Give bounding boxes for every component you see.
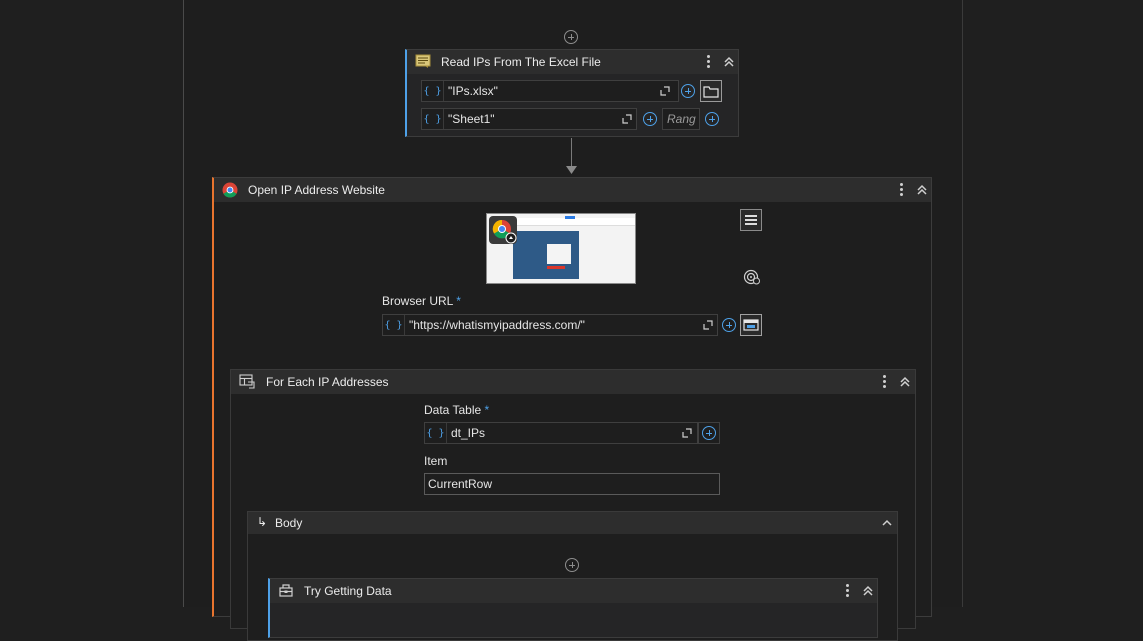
data-table-plus-button[interactable]: [698, 422, 720, 444]
try-catch-title: Try Getting Data: [304, 584, 392, 598]
arrow-down-icon: [566, 166, 577, 174]
body-arrow-icon: ↳: [257, 515, 268, 529]
collapse-icon[interactable]: [723, 56, 735, 68]
open-browser-menu-icon[interactable]: [899, 183, 903, 197]
open-browser-title: Open IP Address Website: [248, 183, 385, 197]
read-excel-header[interactable]: Read IPs From The Excel File: [407, 50, 738, 74]
read-excel-activity[interactable]: Read IPs From The Excel File { } "IPs.xl…: [405, 49, 739, 137]
for-each-title: For Each IP Addresses: [266, 375, 389, 389]
browse-folder-button[interactable]: [700, 80, 722, 102]
browser-url-picker-button[interactable]: [740, 314, 762, 336]
expand-editor-icon[interactable]: [660, 86, 670, 96]
item-value: CurrentRow: [428, 477, 493, 491]
collapse-icon[interactable]: [899, 376, 911, 388]
try-catch-menu-icon[interactable]: [845, 584, 849, 598]
for-each-activity[interactable]: For Each IP Addresses Data Table * { } d…: [230, 369, 916, 641]
plus-range-icon[interactable]: [705, 112, 719, 126]
collapse-body-icon[interactable]: [881, 517, 893, 529]
browser-window-icon: [743, 319, 759, 331]
browser-url-field[interactable]: { } "https://whatismyipaddress.com/": [382, 314, 718, 336]
collapse-icon[interactable]: [916, 184, 928, 196]
open-browser-activity[interactable]: Open IP Address Website Browser URL * {…: [212, 177, 932, 641]
plus-url-icon[interactable]: [722, 318, 736, 332]
plus-sheet-icon[interactable]: [643, 112, 657, 126]
add-activity-icon[interactable]: [565, 558, 579, 572]
add-activity-icon[interactable]: [564, 30, 578, 44]
data-table-field[interactable]: { } dt_IPs: [424, 422, 698, 444]
expand-editor-icon[interactable]: [703, 320, 713, 330]
body-header[interactable]: ↳ Body: [248, 512, 897, 534]
expand-editor-icon[interactable]: [682, 428, 692, 438]
thumb-navbar: [513, 218, 635, 226]
menu-lines-icon: [745, 215, 757, 225]
collapse-icon[interactable]: [862, 585, 874, 597]
thumb-map: [547, 244, 571, 264]
foreach-table-icon: [239, 374, 255, 389]
item-field[interactable]: CurrentRow: [424, 473, 720, 495]
data-table-value: dt_IPs: [451, 426, 486, 440]
range-field[interactable]: Rang: [662, 108, 700, 130]
try-catch-activity[interactable]: Try Getting Data: [268, 578, 878, 638]
workbook-path-value: "IPs.xlsx": [448, 84, 498, 98]
body-sequence[interactable]: ↳ Body Try Getting Data: [247, 511, 898, 641]
plus-data-table-icon[interactable]: [702, 426, 716, 440]
read-excel-menu-icon[interactable]: [706, 55, 710, 69]
browser-url-label: Browser URL *: [382, 294, 461, 308]
target-settings-icon[interactable]: [743, 269, 761, 285]
expression-braces-icon: { }: [422, 81, 444, 101]
flow-connector: [571, 138, 572, 168]
for-each-menu-icon[interactable]: [882, 375, 886, 389]
folder-icon: [703, 85, 719, 98]
expression-braces-icon: { }: [422, 109, 444, 129]
sheet-name-field[interactable]: { } "Sheet1": [421, 108, 637, 130]
try-catch-header[interactable]: Try Getting Data: [270, 579, 877, 603]
chrome-overlay-icon: [489, 216, 517, 244]
plus-workbook-icon[interactable]: [681, 84, 695, 98]
expression-braces-icon: { }: [383, 315, 405, 335]
expression-braces-icon: { }: [425, 423, 447, 443]
browser-screenshot-thumbnail[interactable]: [486, 213, 636, 284]
thumb-red-button: [547, 266, 565, 269]
workbook-path-field[interactable]: { } "IPs.xlsx": [421, 80, 679, 102]
data-table-label: Data Table *: [424, 403, 490, 417]
thumb-nav-accent: [565, 216, 575, 219]
try-catch-icon: [279, 584, 293, 597]
body-title: Body: [275, 516, 303, 530]
expand-editor-icon[interactable]: [622, 114, 632, 124]
for-each-header[interactable]: For Each IP Addresses: [231, 370, 915, 394]
open-browser-header[interactable]: Open IP Address Website: [214, 178, 931, 202]
sheet-name-value: "Sheet1": [448, 112, 495, 126]
item-label: Item: [424, 454, 448, 468]
chrome-icon: [222, 182, 238, 198]
options-menu-button[interactable]: [740, 209, 762, 231]
excel-sheet-icon: [415, 54, 431, 68]
range-placeholder: Rang: [667, 112, 696, 126]
browser-url-value: "https://whatismyipaddress.com/": [409, 318, 585, 332]
read-excel-title: Read IPs From The Excel File: [441, 55, 601, 69]
